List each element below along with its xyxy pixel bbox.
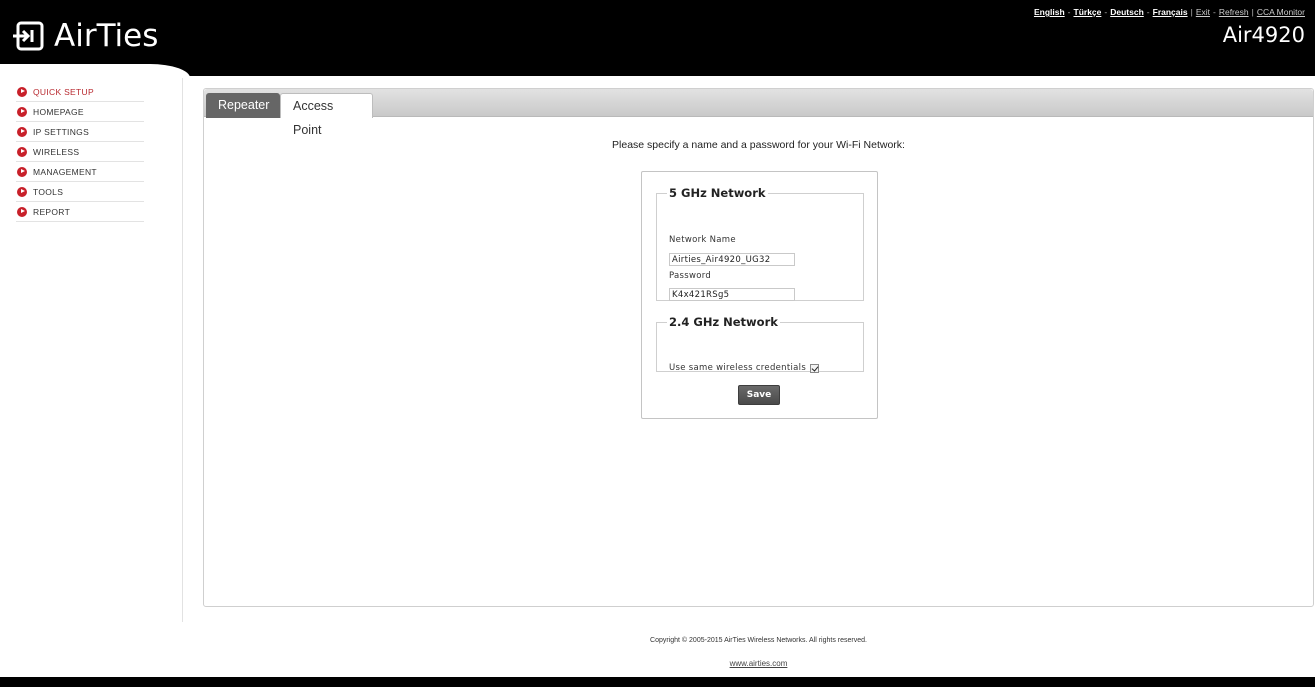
bottom-bar [0,677,1315,687]
sidebar-item-management[interactable]: MANAGEMENT [16,162,144,182]
tab-repeater[interactable]: Repeater [206,93,280,118]
network-name-label: Network Name [669,235,736,245]
lang-french-link[interactable]: Français [1153,7,1188,17]
network-24ghz-fieldset: 2.4 GHz Network Use same wireless creden… [656,315,864,373]
sidebar-item-tools[interactable]: TOOLS [16,182,144,202]
sidebar-nav: QUICK SETUP HOMEPAGE IP SETTINGS WIRELES… [16,82,144,222]
footer-website: www.airties.com [0,659,1315,668]
network-name-input[interactable] [669,253,795,266]
same-credentials-label: Use same wireless credentials [669,363,807,373]
refresh-link[interactable]: Refresh [1219,7,1249,17]
sidebar-item-label: WIRELESS [33,146,80,157]
arrow-bullet-icon [17,206,27,217]
sidebar-divider [182,78,183,622]
header-curve [130,64,1315,78]
header: AirTies English - Türkçe - Deutsch - Français |… [0,0,1315,64]
sidebar-item-label: REPORT [33,206,71,217]
airties-logo-icon [13,21,44,51]
arrow-bullet-icon [17,106,27,117]
sidebar-item-quick-setup[interactable]: QUICK SETUP [16,82,144,102]
instruction-text: Please specify a name and a password for… [612,139,905,151]
page: AirTies English - Türkçe - Deutsch - Français |… [0,0,1315,687]
sidebar-item-label: MANAGEMENT [33,166,97,177]
arrow-bullet-icon [17,146,27,157]
lang-turkish-link[interactable]: Türkçe [1074,7,1102,17]
device-model: Air4920 [1222,23,1305,47]
network-5ghz-fieldset: 5 GHz Network Network Name Password [656,186,864,301]
network-5ghz-legend: 5 GHz Network [669,186,766,200]
tab-access-point[interactable]: Access Point [280,93,373,137]
lang-english-link[interactable]: English [1034,7,1065,17]
sidebar-item-label: IP SETTINGS [33,126,90,137]
save-button[interactable]: Save [738,385,780,405]
copyright-text: Copyright © 2005-2015 AirTies Wireless N… [650,637,867,644]
wifi-settings-form: 5 GHz Network Network Name Password 2.4 … [641,171,878,419]
arrow-bullet-icon [17,86,27,97]
same-credentials-row: Use same wireless credentials [669,363,820,373]
cca-monitor-link[interactable]: CCA Monitor [1257,7,1305,17]
exit-link[interactable]: Exit [1196,7,1210,17]
arrow-bullet-icon [17,126,27,137]
sidebar-item-report[interactable]: REPORT [16,202,144,222]
top-links: English - Türkçe - Deutsch - Français | Exit - Ref… [1033,7,1305,17]
sidebar-item-label: HOMEPAGE [33,106,84,117]
sidebar-item-label: TOOLS [33,186,64,197]
same-credentials-checkbox[interactable] [810,363,820,373]
sidebar-item-homepage[interactable]: HOMEPAGE [16,102,144,122]
logo[interactable]: AirTies [12,18,158,54]
password-label: Password [669,271,712,281]
arrow-bullet-icon [17,186,27,197]
password-input[interactable] [669,288,795,301]
website-link[interactable]: www.airties.com [730,659,788,668]
network-24ghz-legend: 2.4 GHz Network [669,315,778,329]
sidebar-item-label: QUICK SETUP [33,86,94,97]
arrow-bullet-icon [17,166,27,177]
brand-name: AirTies [54,18,159,54]
sidebar-item-ip-settings[interactable]: IP SETTINGS [16,122,144,142]
content-panel: Repeater Access Point Please specify a n… [203,88,1314,607]
tab-bar: Repeater Access Point [204,89,1313,137]
lang-german-link[interactable]: Deutsch [1110,7,1144,17]
sidebar-item-wireless[interactable]: WIRELESS [16,142,144,162]
